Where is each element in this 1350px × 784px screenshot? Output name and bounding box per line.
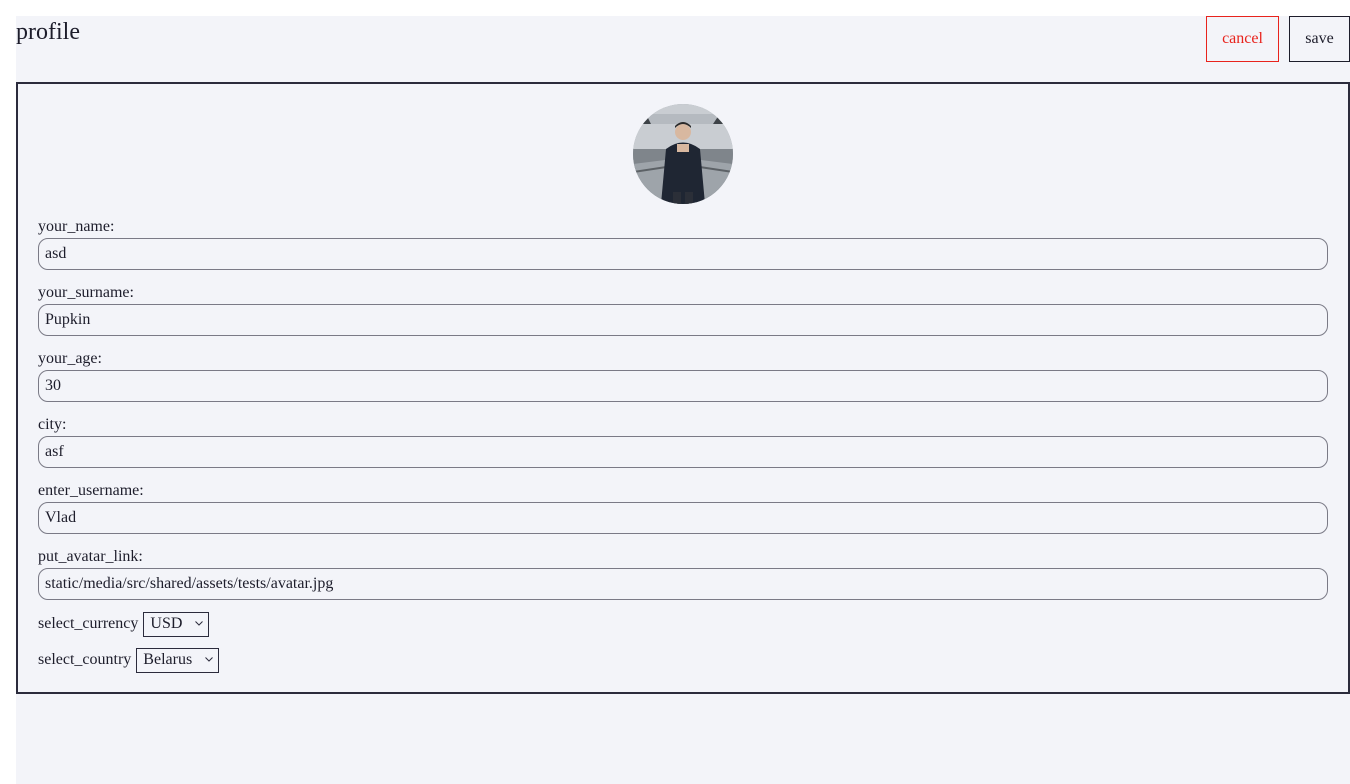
page-header: profile cancel save xyxy=(16,16,1350,66)
avatar-link-field-group: put_avatar_link: xyxy=(38,548,1328,600)
country-select[interactable]: Belarus xyxy=(136,647,220,673)
age-label: your_age: xyxy=(38,350,102,367)
currency-label: select_currency xyxy=(38,615,139,632)
country-select-row: select_country Belarus xyxy=(38,647,220,673)
name-label: your_name: xyxy=(38,218,115,235)
currency-value: USD xyxy=(150,615,183,632)
surname-input[interactable] xyxy=(38,304,1328,336)
avatar-link-input[interactable] xyxy=(38,568,1328,600)
page-title: profile xyxy=(16,19,80,45)
username-label: enter_username: xyxy=(38,482,144,499)
city-input[interactable] xyxy=(38,436,1328,468)
city-label: city: xyxy=(38,416,67,433)
chevron-down-icon xyxy=(195,620,204,626)
username-input[interactable] xyxy=(38,502,1328,534)
username-field-group: enter_username: xyxy=(38,482,1328,534)
age-input[interactable] xyxy=(38,370,1328,402)
profile-card: your_name: your_surname: your_age: city:… xyxy=(16,82,1350,694)
country-label: select_country xyxy=(38,651,132,668)
surname-field-group: your_surname: xyxy=(38,284,1328,336)
avatar xyxy=(633,104,733,204)
city-field-group: city: xyxy=(38,416,1328,468)
name-field-group: your_name: xyxy=(38,218,1328,270)
surname-label: your_surname: xyxy=(38,284,134,301)
currency-select[interactable]: USD xyxy=(143,611,210,637)
profile-page: profile cancel save your_name: asd your_… xyxy=(16,16,1350,784)
age-field-group: your_age: xyxy=(38,350,1328,402)
cancel-button[interactable]: cancel xyxy=(1206,16,1279,62)
currency-select-row: select_currency USD xyxy=(38,611,210,637)
country-value: Belarus xyxy=(143,651,193,668)
name-input[interactable] xyxy=(38,238,1328,270)
avatar-link-label: put_avatar_link: xyxy=(38,548,143,565)
chevron-down-icon xyxy=(205,656,214,662)
save-button[interactable]: save xyxy=(1289,16,1350,62)
